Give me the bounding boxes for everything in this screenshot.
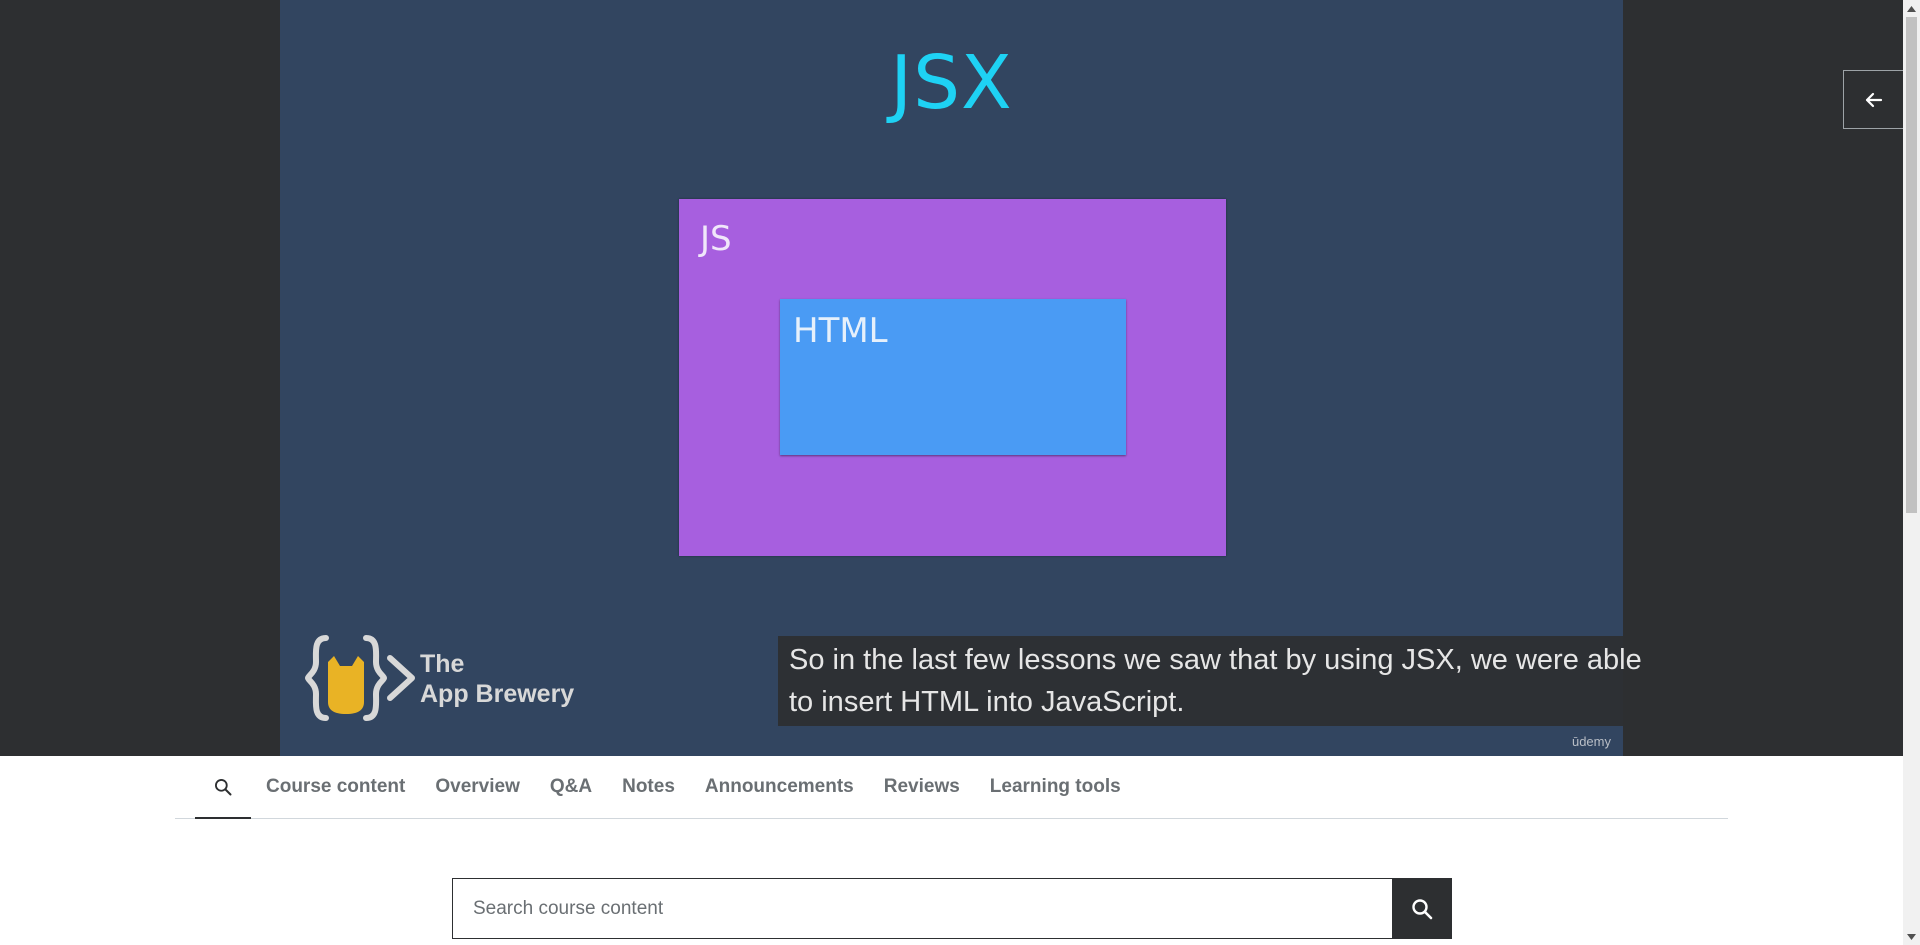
search-icon	[1412, 898, 1433, 919]
js-box-label: JS	[700, 219, 732, 259]
brand-line2: App Brewery	[420, 680, 575, 708]
scroll-thumb[interactable]	[1906, 17, 1917, 513]
slide-title: JSX	[890, 40, 1013, 126]
tab-learning-tools[interactable]: Learning tools	[975, 756, 1136, 818]
collapse-sidebar-button[interactable]	[1843, 70, 1903, 129]
tab-course-content[interactable]: Course content	[251, 756, 420, 818]
video-caption: So in the last few lessons we saw that b…	[778, 636, 1684, 726]
html-box: HTML	[780, 299, 1126, 455]
scroll-up-icon	[1907, 5, 1916, 12]
js-box: JS HTML	[679, 199, 1226, 556]
tab-qa[interactable]: Q&A	[535, 756, 607, 818]
brand-line1: The	[420, 650, 465, 678]
scroll-up-button[interactable]	[1903, 0, 1920, 17]
scroll-down-button[interactable]	[1903, 928, 1920, 945]
html-box-label: HTML	[793, 311, 888, 351]
tab-overview[interactable]: Overview	[420, 756, 535, 818]
app-brewery-logo-icon	[304, 635, 415, 721]
tab-reviews[interactable]: Reviews	[869, 756, 975, 818]
arrow-left-icon	[1865, 92, 1882, 107]
app-brewery-logo: The App Brewery	[304, 632, 594, 724]
tab-search[interactable]	[195, 756, 251, 819]
scroll-down-icon	[1907, 933, 1916, 940]
search-submit-button[interactable]	[1392, 878, 1452, 939]
tab-notes[interactable]: Notes	[607, 756, 690, 818]
page-scrollbar[interactable]	[1903, 0, 1920, 945]
udemy-watermark: ūdemy	[1571, 734, 1611, 749]
lecture-slide: JSX JS HTML The App Brewery So in the la…	[280, 0, 1684, 756]
course-tabs: Course content Overview Q&A Notes Announ…	[175, 756, 1728, 819]
search-icon	[215, 779, 232, 796]
search-course-input[interactable]	[452, 878, 1392, 939]
video-player[interactable]: JSX JS HTML The App Brewery So in the la…	[0, 0, 1903, 756]
tab-announcements[interactable]: Announcements	[690, 756, 869, 818]
course-search	[452, 878, 1452, 939]
